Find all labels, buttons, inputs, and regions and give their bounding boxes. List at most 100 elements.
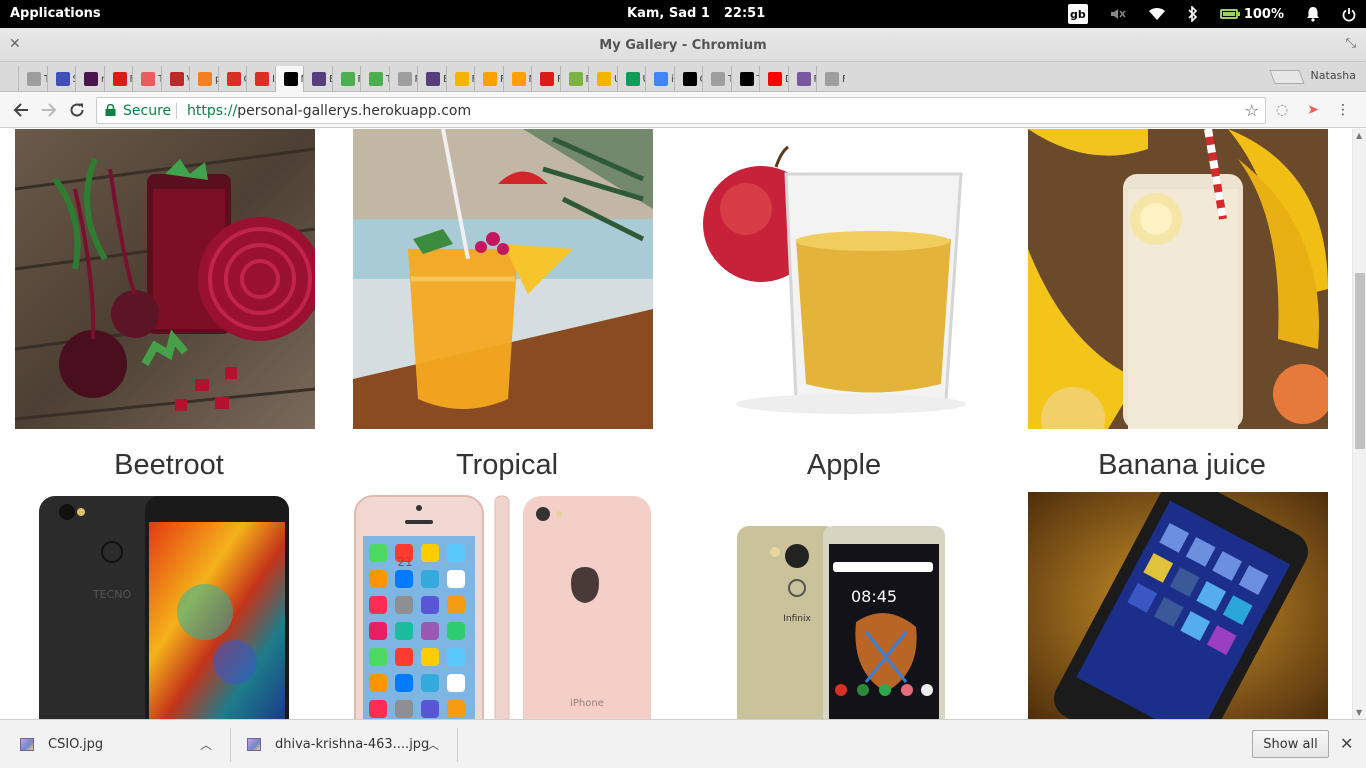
gallery-caption: Tropical — [455, 449, 559, 481]
iphone-app-icon — [369, 648, 387, 666]
gallery-image-iphone[interactable]: iPhone 21 — [353, 492, 653, 719]
battery-icon — [1219, 9, 1240, 19]
iphone-app-icon — [421, 544, 439, 562]
iphone-app-icon — [369, 674, 387, 692]
chevron-up-icon[interactable]: ︿ — [427, 736, 439, 753]
browser-tab[interactable]: M — [274, 66, 303, 92]
browser-tab[interactable]: S — [46, 66, 75, 92]
forward-arrow-icon[interactable] — [38, 99, 60, 121]
applications-menu[interactable]: Applications — [10, 6, 101, 21]
browser-tab[interactable]: E — [303, 66, 332, 92]
angular-icon — [540, 72, 554, 86]
iphone-label: iPhone — [570, 698, 604, 709]
browser-tab[interactable]: F — [331, 66, 360, 92]
reload-icon[interactable] — [66, 99, 88, 121]
battery-indicator[interactable]: 100% — [1219, 0, 1284, 28]
download-divider — [230, 728, 231, 762]
wifi-icon[interactable] — [1148, 0, 1166, 28]
back-arrow-icon[interactable] — [10, 99, 32, 121]
fire-icon — [483, 72, 497, 86]
iphone-app-icon — [447, 570, 465, 588]
scroll-down-arrow-icon[interactable]: ▼ — [1356, 708, 1362, 717]
browser-tab[interactable]: ir — [645, 66, 674, 92]
clock[interactable]: Kam, Sad 1 22:51 — [627, 6, 765, 21]
new-tab-button[interactable] — [1269, 70, 1305, 84]
browser-tab[interactable]: F — [388, 66, 417, 92]
browser-tab[interactable]: F — [474, 66, 503, 92]
show-all-downloads-button[interactable]: Show all — [1252, 730, 1329, 758]
w3-icon — [340, 72, 355, 86]
browser-tab[interactable]: D — [759, 66, 788, 92]
gallery-image-blackberry-phone[interactable] — [1028, 492, 1328, 719]
iphone-app-icon — [421, 596, 439, 614]
google-icon — [654, 72, 668, 86]
bookmark-star-icon[interactable]: ☆ — [1245, 101, 1259, 120]
browser-tab[interactable]: F — [531, 66, 560, 92]
power-icon[interactable] — [1342, 0, 1356, 28]
bluetooth-icon[interactable] — [1188, 0, 1198, 28]
iphone-app-icon — [395, 674, 413, 692]
gallery-image-tropical[interactable] — [353, 129, 653, 429]
omnibox-divider — [176, 103, 177, 119]
browser-tab[interactable]: U — [616, 66, 645, 92]
gallery-image-banana-juice[interactable] — [1028, 129, 1328, 429]
gallery-image-infinix-phone[interactable]: Infinix 08:45 — [691, 492, 991, 719]
browser-tab[interactable]: F — [445, 66, 474, 92]
gmail-icon — [226, 72, 241, 86]
clock-date: Kam, Sad 1 — [627, 6, 710, 21]
browser-tab[interactable]: r — [75, 66, 104, 92]
gmail-icon — [255, 72, 269, 86]
youtube-icon — [768, 72, 782, 86]
gallery-caption: Beetroot — [114, 449, 224, 481]
iphone-app-icon — [447, 596, 465, 614]
browser-tab[interactable]: N — [502, 66, 531, 92]
extension-arrow-icon[interactable]: ➤ — [1304, 101, 1322, 119]
extension-circle-icon[interactable]: ◌ — [1273, 101, 1291, 119]
browser-tab[interactable]: T — [730, 66, 759, 92]
download-item[interactable]: CSIO.jpg ︿ — [20, 720, 220, 769]
bootstrap-icon — [312, 72, 326, 86]
profile-name[interactable]: Natasha — [1311, 69, 1356, 82]
browser-tab[interactable]: p — [189, 66, 218, 92]
window-title: My Gallery - Chromium — [599, 38, 767, 53]
scrollbar-thumb[interactable] — [1355, 273, 1365, 449]
volume-muted-icon[interactable] — [1110, 0, 1126, 28]
browser-tab[interactable]: T — [18, 66, 47, 92]
download-item[interactable]: dhiva-krishna-463....jpg ︿ — [247, 720, 447, 769]
gallery-image-apple[interactable] — [691, 129, 991, 429]
browser-tab[interactable]: C — [673, 66, 702, 92]
downloads-shelf: CSIO.jpg ︿ dhiva-krishna-463....jpg ︿ Sh… — [0, 719, 1366, 768]
page-scrollbar[interactable]: ▲ ▼ — [1352, 129, 1366, 719]
gallery-image-tecno-phone[interactable]: TECNO — [15, 492, 315, 719]
browser-tab[interactable]: E — [417, 66, 446, 92]
browser-tab[interactable]: F — [816, 66, 845, 92]
browser-tab[interactable]: C — [217, 66, 246, 92]
scroll-up-arrow-icon[interactable]: ▲ — [1356, 131, 1362, 140]
page-icon — [825, 72, 839, 86]
window-maximize-icon[interactable]: ⤡ — [1346, 36, 1356, 51]
infinix-clock: 08:45 — [851, 587, 897, 606]
close-shelf-icon[interactable]: ✕ — [1340, 734, 1353, 753]
tecno-brand-label: TECNO — [92, 588, 132, 601]
chrome-menu-icon[interactable]: ⋮ — [1334, 101, 1352, 119]
tree-icon — [27, 72, 41, 86]
chevron-up-icon[interactable]: ︿ — [200, 736, 212, 753]
notifications-bell-icon[interactable] — [1306, 0, 1320, 28]
browser-tab[interactable]: T — [702, 66, 731, 92]
address-bar[interactable]: Secure https://personal-gallerys.herokua… — [96, 97, 1266, 124]
browser-tab[interactable]: U — [588, 66, 617, 92]
browser-tab[interactable]: F — [559, 66, 588, 92]
browser-tab[interactable]: T — [360, 66, 389, 92]
image-file-icon — [247, 738, 261, 751]
keyboard-layout-indicator[interactable]: gb — [1067, 0, 1088, 28]
battery-percent: 100% — [1243, 6, 1284, 22]
browser-tab[interactable]: F — [787, 66, 816, 92]
browser-tab[interactable]: Ir — [246, 66, 275, 92]
keyboard-layout-label: gb — [1067, 4, 1088, 24]
gallery-image-beetroot[interactable] — [15, 129, 315, 429]
clock-time: 22:51 — [723, 6, 766, 21]
system-tray: gb 100% — [1046, 0, 1356, 28]
browser-tab[interactable]: V — [160, 66, 189, 92]
browser-tab[interactable]: T — [132, 66, 161, 92]
browser-tab[interactable]: F — [103, 66, 132, 92]
